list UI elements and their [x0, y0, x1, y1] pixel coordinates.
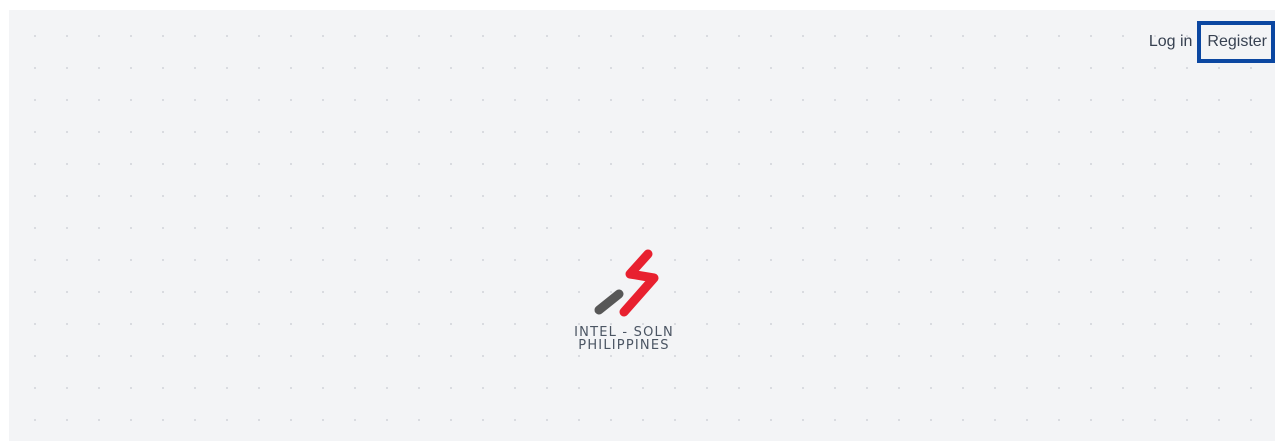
login-link[interactable]: Log in — [1144, 22, 1198, 62]
intel-soln-logo-icon — [594, 249, 659, 317]
brand-logo: INTEL - SOLN PHILIPPINES — [562, 248, 686, 352]
page-background: Log in Register INTEL - SOLN PHILIPPINES — [9, 10, 1275, 441]
register-link[interactable]: Register — [1197, 21, 1275, 63]
brand-name: INTEL - SOLN PHILIPPINES — [562, 326, 686, 352]
brand-name-line-2: PHILIPPINES — [578, 338, 670, 353]
top-navigation: Log in Register — [1144, 21, 1275, 63]
